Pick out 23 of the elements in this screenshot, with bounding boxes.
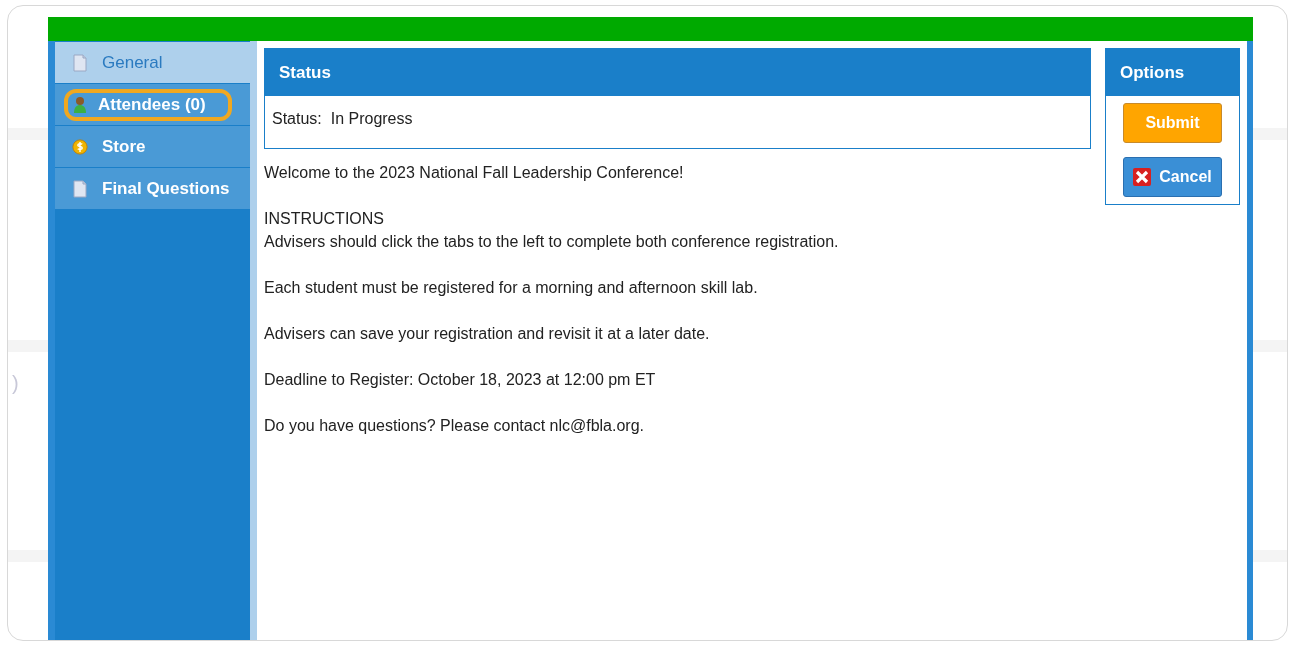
coin-icon: [72, 137, 88, 156]
text-line: INSTRUCTIONS: [264, 209, 385, 229]
close-icon: [1133, 168, 1152, 186]
person-icon: [72, 95, 88, 114]
panel-header: Status: [265, 49, 1090, 96]
text-line: Each student must be registered for a morning and afternoon skill lab.: [264, 278, 759, 298]
sidebar-tab[interactable]: Final Questions: [55, 168, 250, 209]
text-line: Deadline to Register: October 18, 2023 at 12:00 pm ET: [264, 370, 657, 390]
document-icon: [72, 179, 88, 198]
text-line: Welcome to the 2023 National Fall Leadership Conference!: [264, 163, 685, 183]
cancel-button[interactable]: Cancel: [1123, 157, 1222, 197]
text-line: Do you have questions? Please contact nlc@fbla.org.: [264, 416, 646, 436]
text-line: Advisers should click the tabs to the left to complete both conference registration.: [264, 232, 840, 252]
background-text: ): [12, 372, 19, 395]
status-value: In Progress: [330, 110, 413, 127]
text-line: Advisers can save your registration and revisit it at a later date.: [264, 324, 711, 344]
document-icon: [72, 53, 88, 72]
sidebar-tab[interactable]: Store: [55, 126, 250, 167]
sidebar-tab[interactable]: General: [55, 42, 250, 83]
status-label: Status:: [272, 110, 322, 127]
panel-header: Options: [1106, 49, 1239, 96]
submit-button[interactable]: Submit: [1123, 103, 1222, 143]
sidebar-tab[interactable]: Attendees (0): [55, 84, 250, 125]
